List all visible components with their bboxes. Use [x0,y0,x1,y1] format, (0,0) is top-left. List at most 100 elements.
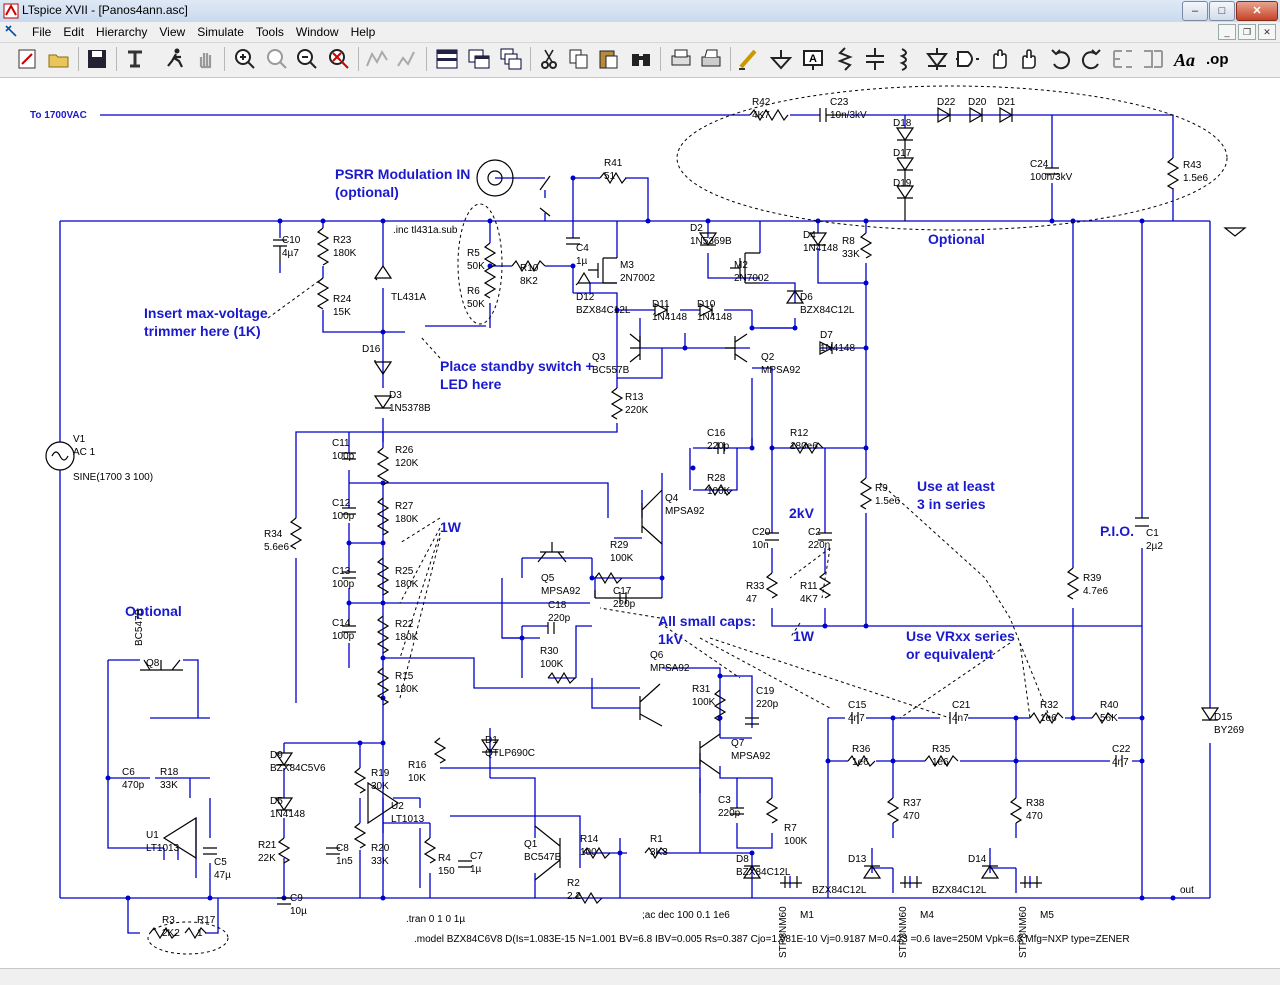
part-value-r5[interactable]: 50K [467,261,485,272]
part-ref-tl431a[interactable]: TL431A [391,292,426,303]
rotate-icon[interactable] [1110,46,1136,72]
part-value-d1[interactable]: QTLP690C [485,748,535,759]
part-value-r40[interactable]: 56K [1100,713,1118,724]
part-ref-r7[interactable]: R7 [784,823,797,834]
part-value-r9[interactable]: 1.5e6 [875,496,900,507]
part-value-d11[interactable]: 1N4148 [652,312,687,323]
copy-icon[interactable] [566,46,592,72]
save-icon[interactable] [84,46,110,72]
part-ref-d7[interactable]: D7 [820,330,833,341]
part-value-q3[interactable]: BC557B [592,365,630,376]
part-ref-d15[interactable]: D15 [1214,712,1233,723]
mdi-restore-button[interactable]: ❐ [1238,24,1256,40]
part-value-r36[interactable]: 1e6 [852,757,869,768]
menu-tools[interactable]: Tools [250,24,290,40]
find-icon[interactable] [628,46,654,72]
part-ref-r19[interactable]: R19 [371,768,390,779]
part-ref-q5[interactable]: Q5 [541,573,555,584]
menu-hierarchy[interactable]: Hierarchy [90,24,153,40]
menu-file[interactable]: File [26,24,57,40]
part-ref-r38[interactable]: R38 [1026,798,1045,809]
part-value-q2[interactable]: MPSA92 [761,365,801,376]
part-value-r18[interactable]: 33K [160,780,178,791]
part-value-r1[interactable]: 3K3 [650,847,668,858]
part-value-c12[interactable]: 100p [332,511,355,522]
part-ref-r36[interactable]: R36 [852,744,871,755]
part-value-c3[interactable]: 220p [718,808,741,819]
part-value-r39[interactable]: 4.7e6 [1083,586,1108,597]
zoom-pan-icon[interactable] [264,46,290,72]
part-value-r23[interactable]: 180K [333,248,357,259]
part-value-q6[interactable]: MPSA92 [650,663,690,674]
part-ref-r26[interactable]: R26 [395,445,414,456]
part-ref-r3[interactable]: R3 [162,915,175,926]
part-ref-m2[interactable]: M2 [734,260,748,271]
schematic-doc-icon[interactable] [4,24,18,38]
part-value-r35[interactable]: 1e6 [932,757,949,768]
part-ref-c15[interactable]: C15 [848,700,867,711]
part-ref-r23[interactable]: R23 [333,235,352,246]
part-ref-r14[interactable]: R14 [580,834,599,845]
part-value-c6[interactable]: 470p [122,780,145,791]
part-ref-r9[interactable]: R9 [875,483,888,494]
schematic-canvas[interactable]: To 1700VAC PSRR Modulation IN (optional)… [0,78,1280,968]
inductor-icon[interactable] [892,46,918,72]
part-ref-c17[interactable]: C17 [613,586,632,597]
text-icon[interactable]: Aa [1172,46,1198,72]
menu-simulate[interactable]: Simulate [191,24,250,40]
part-ref-r34[interactable]: R34 [264,529,283,540]
part-ref-c16[interactable]: C16 [707,428,726,439]
part-value-r2[interactable]: 2.2 [567,891,581,902]
part-value-c23[interactable]: 10n/3kV [830,110,867,121]
zoom-fit-icon[interactable] [326,46,352,72]
part-value-c14[interactable]: 100p [332,631,355,642]
part-value-r37[interactable]: 470 [903,811,920,822]
part-value-d9[interactable]: BZX84C5V6 [270,763,326,774]
part-value-q5[interactable]: MPSA92 [541,586,581,597]
part-value-r21[interactable]: 22K [258,853,276,864]
part-ref-c14[interactable]: C14 [332,618,351,629]
draw-wire-icon[interactable] [736,46,762,72]
part-value-r11[interactable]: 4K7 [800,594,818,605]
part-value-r26[interactable]: 120K [395,458,419,469]
part-value-q7[interactable]: MPSA92 [731,751,771,762]
halt-icon[interactable] [192,46,218,72]
part-ref-r1[interactable]: R1 [650,834,663,845]
diode-icon[interactable] [924,46,950,72]
part-value-m1[interactable]: STP8NM60 [778,906,789,958]
part-ref-q1[interactable]: Q1 [524,839,538,850]
part-ref-d11[interactable]: D11 [652,299,670,310]
resistor-icon[interactable] [832,46,858,72]
part-value-m2[interactable]: 2N7002 [734,273,769,284]
part-ref-c5[interactable]: C5 [214,857,227,868]
part-ref-r41[interactable]: R41 [604,158,623,169]
part-ref-c23[interactable]: C23 [830,97,849,108]
menu-window[interactable]: Window [290,24,345,40]
part-value-r20[interactable]: 33K [371,856,389,867]
zoom-in-icon[interactable] [232,46,258,72]
part-ref-c10[interactable]: C10 [282,235,301,246]
part-value-bz13[interactable]: BZX84C12L [812,885,867,896]
open-icon[interactable] [46,46,72,72]
part-value-r6[interactable]: 50K [467,299,485,310]
part-ref-r37[interactable]: R37 [903,798,922,809]
menu-edit[interactable]: Edit [57,24,90,40]
part-value-r14[interactable]: 100 [580,847,597,858]
part-value-c8[interactable]: 1n5 [336,856,353,867]
part-ref-r4[interactable]: R4 [438,853,451,864]
part-ref-d14[interactable]: D14 [968,854,987,865]
part-value-v1[interactable]: AC 1 [73,447,96,458]
part-value-d2[interactable]: 1N5369B [690,236,732,247]
part-ref-r20[interactable]: R20 [371,843,390,854]
part-value-r16[interactable]: 10K [408,773,426,784]
print-icon[interactable] [698,46,724,72]
part-ref-c11[interactable]: C11 [332,438,350,449]
part-value-m5[interactable]: STP8NM60 [1018,906,1029,958]
part-ref-d3[interactable]: D3 [389,390,402,401]
part-value-m3[interactable]: 2N7002 [620,273,655,284]
part-value-r43[interactable]: 1.5e6 [1183,173,1208,184]
part-value-d5[interactable]: 1N4148 [270,809,305,820]
cascade-icon[interactable] [498,46,524,72]
menu-view[interactable]: View [153,24,191,40]
part-value-d10[interactable]: 1N4148 [697,312,732,323]
